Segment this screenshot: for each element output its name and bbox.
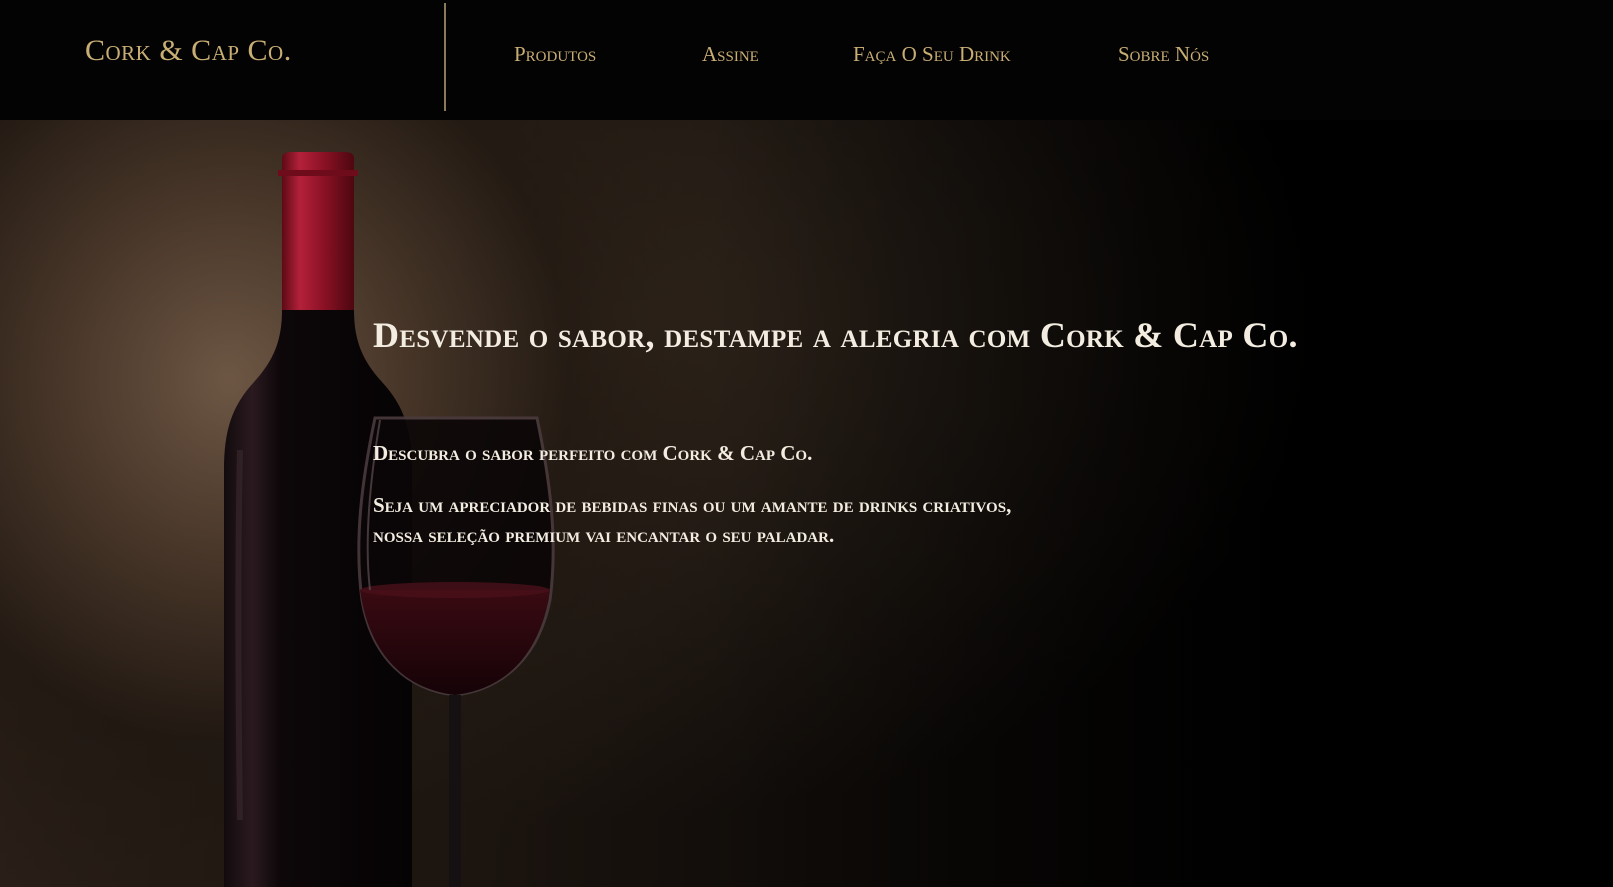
hero-description: Seja um apreciador de bebidas finas ou u… (373, 490, 1011, 550)
nav-item-assine[interactable]: Assine (702, 42, 759, 67)
hero-content: Desvende o sabor, destampe a alegria com… (373, 314, 1298, 547)
brand-logo[interactable]: Cork & Cap Co. (85, 34, 292, 68)
nav-item-sobre-nos[interactable]: Sobre Nós (1118, 42, 1209, 67)
hero-subtitle: Descubra o sabor perfeito com Cork & Cap… (373, 441, 813, 465)
header-divider (444, 3, 446, 111)
hero-section: Desvende o sabor, destampe a alegria com… (0, 120, 1613, 887)
hero-description-line-1: Seja um apreciador de bebidas finas ou u… (373, 493, 1012, 517)
hero-description-line-2: nossa seleção premium vai encantar o seu… (373, 523, 835, 547)
hero-headline: Desvende o sabor, destampe a alegria com… (373, 315, 1298, 355)
nav-item-produtos[interactable]: Produtos (514, 42, 596, 67)
top-navigation-bar: Cork & Cap Co. Produtos Assine Faça O Se… (0, 0, 1613, 120)
nav-item-faca-o-seu-drink[interactable]: Faça O Seu Drink (853, 42, 1011, 67)
